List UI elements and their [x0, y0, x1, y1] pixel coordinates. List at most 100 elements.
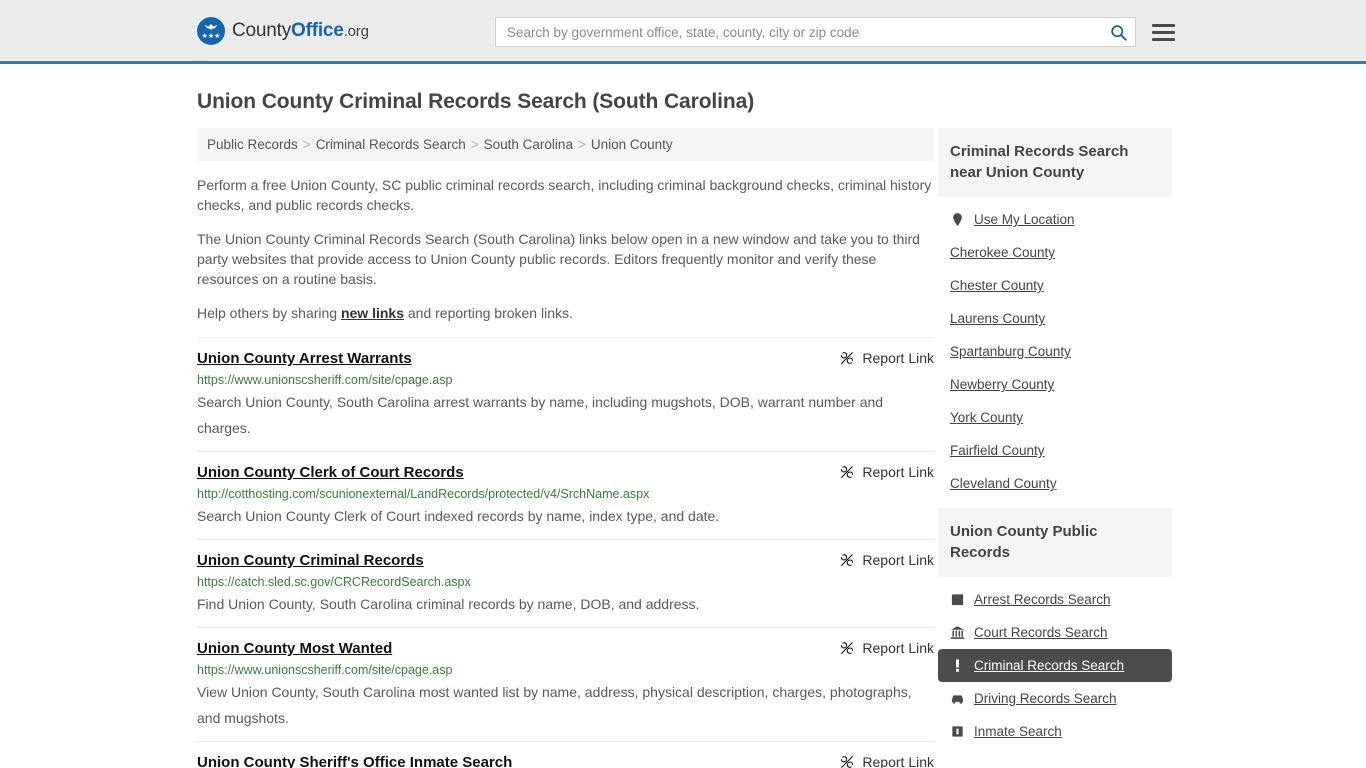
- sidebar-item-inmate-search[interactable]: Inmate Search: [938, 715, 1172, 748]
- sidebar-item-label: Driving Records Search: [974, 691, 1117, 706]
- sidebar-item-label: Use My Location: [974, 212, 1075, 227]
- sidebar-item-label: Inmate Search: [974, 724, 1062, 739]
- result-title-link[interactable]: Union County Criminal Records: [197, 552, 424, 569]
- intro-text: Perform a free Union County, SC public c…: [197, 175, 934, 323]
- breadcrumb-item-3[interactable]: South Carolina: [484, 137, 573, 152]
- search-input[interactable]: [507, 24, 1110, 40]
- result-item: Union County Sheriff's Office Inmate Sea…: [197, 741, 934, 768]
- report-link-label: Report Link: [862, 350, 934, 366]
- breadcrumb-item-1[interactable]: Public Records: [207, 137, 298, 152]
- sidebar-item-label: Fairfield County: [950, 443, 1045, 458]
- result-description: Find Union County, South Carolina crimin…: [197, 596, 700, 612]
- logo-text-office: Office: [291, 19, 344, 41]
- fingerprint-square-icon: [951, 594, 964, 606]
- report-link-label: Report Link: [862, 464, 934, 480]
- report-link-label: Report Link: [862, 552, 934, 568]
- car-icon: [950, 691, 965, 706]
- sidebar: Criminal Records Search near Union Count…: [938, 128, 1172, 768]
- result-item: Union County Most Wanted Report Link https…: [197, 627, 934, 741]
- breadcrumb: Public Records > Criminal Records Search > S…: [197, 128, 934, 161]
- sidebar-item-newberry-county[interactable]: Newberry County: [938, 368, 1172, 401]
- result-title-link[interactable]: Union County Clerk of Court Records: [197, 464, 464, 481]
- sidebar-item-label: York County: [950, 410, 1024, 425]
- sidebar-item-cherokee-county[interactable]: Cherokee County: [938, 236, 1172, 269]
- courthouse-icon: [950, 625, 965, 640]
- breadcrumb-item-2[interactable]: Criminal Records Search: [316, 137, 466, 152]
- sidebar-item-court-records-search[interactable]: Court Records Search: [938, 616, 1172, 649]
- result-description: Search Union County, South Carolina arre…: [197, 394, 884, 436]
- sidebar-item-arrest-records-search[interactable]: Arrest Records Search: [938, 583, 1172, 616]
- broken-link-icon: [841, 756, 854, 768]
- main-content: Public Records > Criminal Records Search > S…: [197, 128, 934, 768]
- report-link-button[interactable]: Report Link: [819, 754, 934, 768]
- new-links-link[interactable]: new links: [341, 305, 404, 321]
- broken-link-icon: [841, 554, 854, 566]
- intro-paragraph-2: The Union County Criminal Records Search…: [197, 231, 920, 287]
- sidebar-heading-public-records: Union County Public Records: [938, 508, 1172, 577]
- report-link-button[interactable]: Report Link: [819, 464, 934, 480]
- sidebar-nearby-list: Use My Location Cherokee County Chester Co…: [938, 197, 1172, 500]
- broken-link-icon: [841, 352, 854, 364]
- eagle-glyph: [204, 23, 218, 29]
- header-search-area: [495, 17, 1175, 47]
- jail-icon: [950, 724, 965, 739]
- result-title-link[interactable]: Union County Most Wanted: [197, 640, 392, 657]
- search-icon[interactable]: [1110, 24, 1127, 41]
- broken-link-icon: [841, 466, 854, 478]
- sidebar-item-label: Chester County: [950, 278, 1044, 293]
- logo-text-org: .org: [343, 22, 369, 40]
- sidebar-item-fairfield-county[interactable]: Fairfield County: [938, 434, 1172, 467]
- result-description: View Union County, South Carolina most w…: [197, 684, 912, 726]
- report-link-button[interactable]: Report Link: [819, 552, 934, 568]
- sidebar-item-laurens-county[interactable]: Laurens County: [938, 302, 1172, 335]
- result-title-link[interactable]: Union County Sheriff's Office Inmate Sea…: [197, 754, 512, 768]
- breadcrumb-item-4[interactable]: Union County: [591, 137, 673, 152]
- hamburger-bar: [1152, 37, 1175, 41]
- page-container: Union County Criminal Records Search (So…: [0, 90, 1366, 768]
- result-item: Union County Arrest Warrants Report Link h…: [197, 337, 934, 451]
- report-link-button[interactable]: Report Link: [819, 350, 934, 366]
- sidebar-item-label: Cherokee County: [950, 245, 1056, 260]
- result-item: Union County Clerk of Court Records Repor…: [197, 451, 934, 539]
- result-header: Union County Most Wanted Report Link: [197, 640, 934, 657]
- eagle-shield-icon: ★★★: [197, 16, 225, 45]
- sidebar-section-public-records: Union County Public Records Arrest Recor…: [938, 508, 1172, 748]
- report-link-label: Report Link: [862, 640, 934, 656]
- sidebar-item-label: Cleveland County: [950, 476, 1057, 491]
- result-url[interactable]: http://cotthosting.com/scunionexternal/L…: [197, 487, 934, 501]
- result-url[interactable]: https://catch.sled.sc.gov/CRCRecordSearc…: [197, 575, 934, 589]
- sidebar-item-chester-county[interactable]: Chester County: [938, 269, 1172, 302]
- sidebar-item-york-county[interactable]: York County: [938, 401, 1172, 434]
- result-url[interactable]: https://www.unionscsheriff.com/site/cpag…: [197, 373, 934, 387]
- result-header: Union County Clerk of Court Records Repor…: [197, 464, 934, 481]
- report-link-button[interactable]: Report Link: [819, 640, 934, 656]
- broken-link-icon: [841, 642, 854, 654]
- result-header: Union County Sheriff's Office Inmate Sea…: [197, 754, 934, 768]
- sidebar-item-label: Newberry County: [950, 377, 1055, 392]
- sidebar-item-label: Spartanburg County: [950, 344, 1071, 359]
- site-header: ★★★ CountyOffice.org: [0, 0, 1366, 64]
- breadcrumb-separator: >: [577, 137, 586, 152]
- intro-paragraph-3: Help others by sharing new links and rep…: [197, 303, 934, 323]
- result-item: Union County Criminal Records Report Link…: [197, 539, 934, 627]
- result-title-link[interactable]: Union County Arrest Warrants: [197, 350, 412, 367]
- sidebar-item-spartanburg-county[interactable]: Spartanburg County: [938, 335, 1172, 368]
- intro-p3-after: and reporting broken links.: [404, 305, 573, 321]
- site-logo[interactable]: ★★★ CountyOffice.org: [197, 16, 369, 45]
- sidebar-item-criminal-records-search[interactable]: Criminal Records Search: [938, 649, 1172, 682]
- car-icon: [951, 695, 964, 704]
- sidebar-section-nearby: Criminal Records Search near Union Count…: [938, 128, 1172, 500]
- result-url[interactable]: https://www.unionscsheriff.com/site/cpag…: [197, 663, 934, 677]
- sidebar-item-driving-records-search[interactable]: Driving Records Search: [938, 682, 1172, 715]
- fingerprint-square-icon: [950, 592, 965, 607]
- sidebar-item-cleveland-county[interactable]: Cleveland County: [938, 467, 1172, 500]
- logo-text-county: County: [232, 19, 292, 41]
- hamburger-menu-icon[interactable]: [1152, 23, 1175, 41]
- result-header: Union County Criminal Records Report Link: [197, 552, 934, 569]
- search-box[interactable]: [495, 17, 1136, 47]
- logo-wordmark: CountyOffice.org: [232, 20, 369, 42]
- intro-paragraph-1: Perform a free Union County, SC public c…: [197, 177, 932, 213]
- sidebar-heading-nearby: Criminal Records Search near Union Count…: [938, 128, 1172, 197]
- sidebar-item-use-my-location[interactable]: Use My Location: [938, 203, 1172, 236]
- sidebar-item-label: Court Records Search: [974, 625, 1108, 640]
